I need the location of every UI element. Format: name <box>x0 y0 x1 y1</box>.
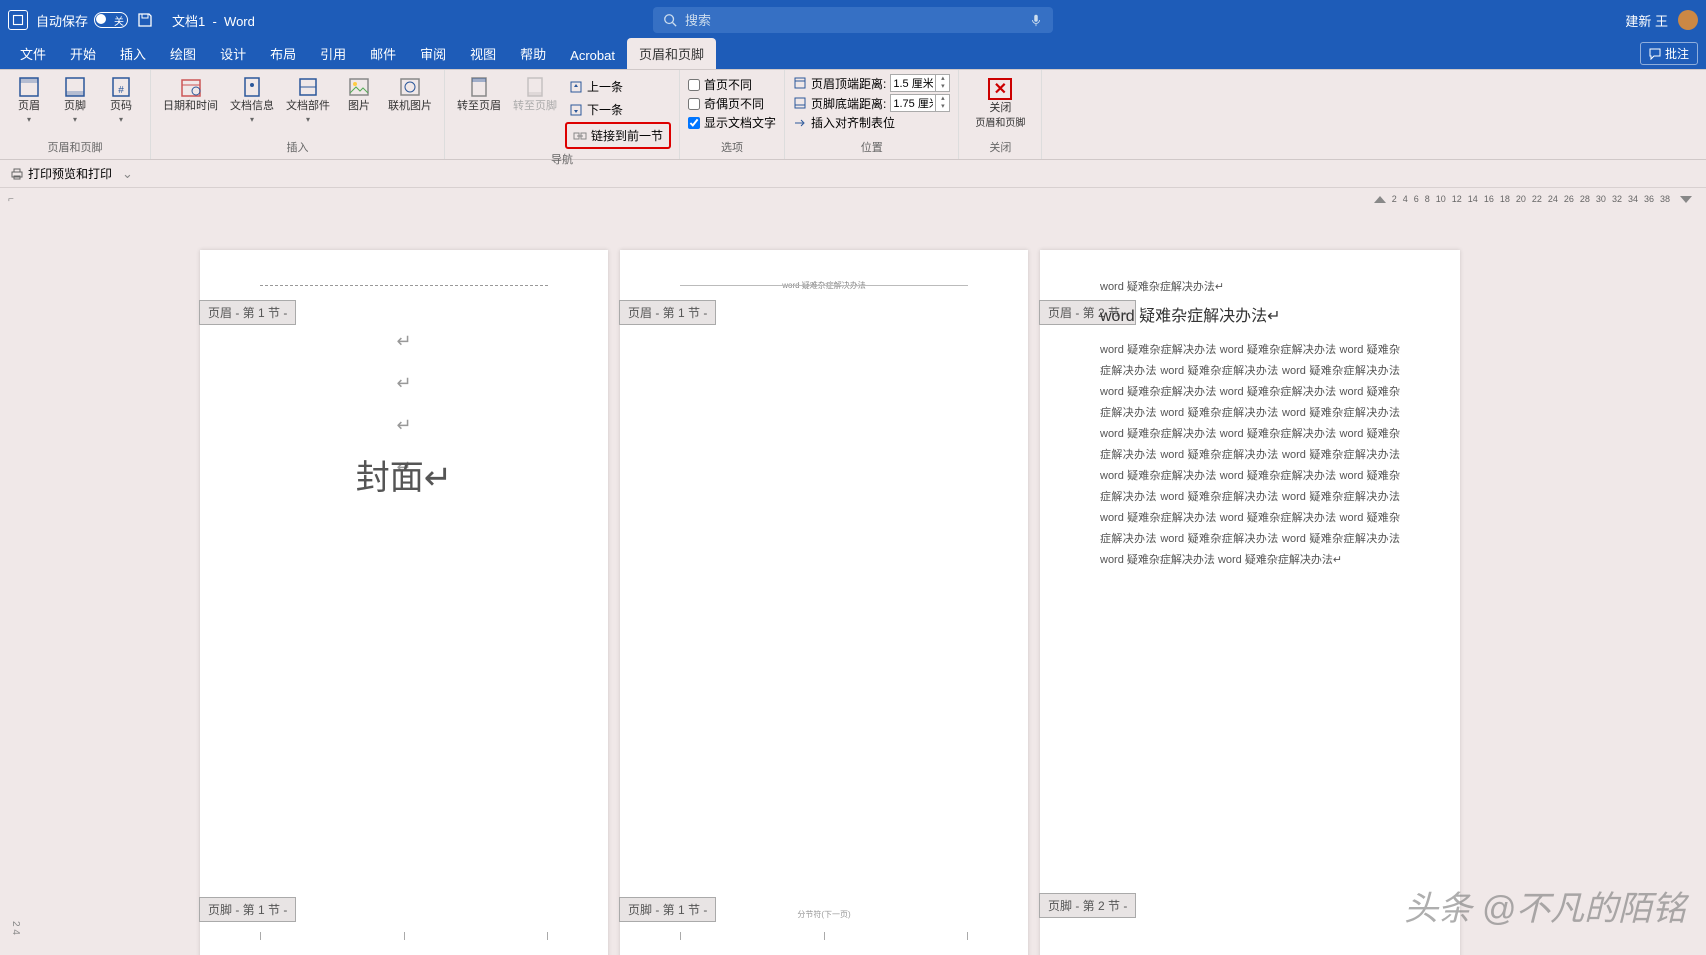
goto-footer-button[interactable]: 转至页脚 <box>509 74 561 115</box>
group-position: 页眉顶端距离:▴▾ 页脚底端距离:▴▾ 插入对齐制表位 位置 <box>785 70 959 159</box>
titlebar-right: 建新 王 <box>1625 10 1698 30</box>
save-icon[interactable] <box>136 11 154 29</box>
arrow-down-icon <box>569 103 583 117</box>
tab-header-footer[interactable]: 页眉和页脚 <box>627 38 716 69</box>
group-header-footer: 页眉▾ 页脚▾ #页码▾ 页眉和页脚 <box>0 70 151 159</box>
footer-bottom-row: 页脚底端距离:▴▾ <box>793 94 950 112</box>
group-label: 关闭 <box>967 139 1033 155</box>
app-icon[interactable] <box>8 10 28 30</box>
header-top-spinner[interactable]: ▴▾ <box>890 74 950 92</box>
vertical-ruler[interactable]: 2 4 <box>10 921 21 935</box>
qat-dropdown[interactable]: ⌄ <box>122 166 133 182</box>
close-icon: ✕ <box>988 78 1012 100</box>
prev-button[interactable]: 上一条 <box>565 76 671 97</box>
tab-file[interactable]: 文件 <box>8 38 58 69</box>
show-doc-text-checkbox[interactable]: 显示文档文字 <box>688 114 776 131</box>
online-picture-button[interactable]: 联机图片 <box>384 74 436 115</box>
footer-bottom-spinner[interactable]: ▴▾ <box>890 94 950 112</box>
tab-references[interactable]: 引用 <box>308 38 358 69</box>
search-icon <box>663 13 677 27</box>
pagenum-button[interactable]: #页码▾ <box>100 74 142 126</box>
tab-view[interactable]: 视图 <box>458 38 508 69</box>
ribbon-tabs: 文件 开始 插入 绘图 设计 布局 引用 邮件 审阅 视图 帮助 Acrobat… <box>0 40 1706 70</box>
docparts-button[interactable]: 文档部件▾ <box>282 74 334 126</box>
tabs-right: 批注 <box>1640 42 1698 65</box>
svg-text:#: # <box>118 85 124 96</box>
group-label: 导航 <box>453 151 671 167</box>
picture-button[interactable]: 图片 <box>338 74 380 115</box>
tab-draw[interactable]: 绘图 <box>158 38 208 69</box>
header-distance-icon <box>793 76 807 90</box>
comments-button[interactable]: 批注 <box>1640 42 1698 65</box>
group-insert: 日期和时间 文档信息▾ 文档部件▾ 图片 联机图片 插入 <box>151 70 445 159</box>
titlebar: 自动保存 关 文档1 - Word 建新 王 <box>0 0 1706 40</box>
comment-icon <box>1649 48 1661 60</box>
footer-distance-icon <box>793 96 807 110</box>
goto-header-button[interactable]: 转至页眉 <box>453 74 505 115</box>
tab-home[interactable]: 开始 <box>58 38 108 69</box>
page3-body: word 疑难杂症解决办法 word 疑难杂症解决办法 word 疑难杂症解决办… <box>1100 340 1400 900</box>
autosave-label: 自动保存 <box>36 11 88 30</box>
tab-help[interactable]: 帮助 <box>508 38 558 69</box>
footer-tag: 页脚 - 第 2 节 - <box>1039 893 1136 918</box>
search-box[interactable] <box>653 7 1053 33</box>
ruler-end-marker[interactable] <box>1680 196 1692 203</box>
quick-access-row: 打印预览和打印 ⌄ <box>0 160 1706 188</box>
tab-mailings[interactable]: 邮件 <box>358 38 408 69</box>
cover-title: 封面↵ <box>200 450 608 499</box>
link-to-prev-button[interactable]: 链接到前一节 <box>565 122 671 149</box>
arrow-up-icon <box>569 80 583 94</box>
header-top-row: 页眉顶端距离:▴▾ <box>793 74 950 92</box>
datetime-button[interactable]: 日期和时间 <box>159 74 222 115</box>
user-name: 建新 王 <box>1625 11 1668 30</box>
ruler-indent-marker[interactable] <box>1374 196 1386 203</box>
document-canvas[interactable]: 页眉 - 第 1 节 - ↵↵↵↵ 封面↵ 页脚 - 第 1 节 - word … <box>0 210 1706 955</box>
next-button[interactable]: 下一条 <box>565 99 671 120</box>
page2-body <box>680 320 968 900</box>
print-preview-button[interactable]: 打印预览和打印 <box>10 165 112 182</box>
insert-tab-button[interactable]: 插入对齐制表位 <box>793 114 950 131</box>
header-button[interactable]: 页眉▾ <box>8 74 50 126</box>
document-title: 文档1 - Word <box>172 11 255 30</box>
page-1[interactable]: 页眉 - 第 1 节 - ↵↵↵↵ 封面↵ 页脚 - 第 1 节 - <box>200 250 608 955</box>
tab-review[interactable]: 审阅 <box>408 38 458 69</box>
page-2[interactable]: word 疑难杂症解决办法 页眉 - 第 1 节 - 分节符(下一页) 页脚 -… <box>620 250 1028 955</box>
footer-button[interactable]: 页脚▾ <box>54 74 96 126</box>
ruler-corner: ⌐ <box>8 194 14 205</box>
odd-even-diff-checkbox[interactable]: 奇偶页不同 <box>688 95 776 112</box>
group-label: 插入 <box>159 139 436 155</box>
group-label: 位置 <box>793 139 950 155</box>
close-header-footer-button[interactable]: ✕ 关闭 页眉和页脚 <box>967 74 1033 134</box>
group-close: ✕ 关闭 页眉和页脚 关闭 <box>959 70 1042 159</box>
footer-tag: 页脚 - 第 1 节 - <box>199 897 296 922</box>
mic-icon[interactable] <box>1029 13 1043 27</box>
group-label: 选项 <box>688 139 776 155</box>
link-icon <box>573 129 587 143</box>
page3-title: word 疑难杂症解决办法↵ <box>1100 302 1281 326</box>
docinfo-button[interactable]: 文档信息▾ <box>226 74 278 126</box>
first-page-diff-checkbox[interactable]: 首页不同 <box>688 76 776 93</box>
autosave-toggle[interactable]: 自动保存 关 <box>36 11 128 30</box>
tab-icon <box>793 116 807 130</box>
tab-acrobat[interactable]: Acrobat <box>558 42 627 69</box>
toggle-switch[interactable]: 关 <box>94 12 128 28</box>
titlebar-left: 自动保存 关 文档1 - Word <box>8 10 255 30</box>
tab-design[interactable]: 设计 <box>208 38 258 69</box>
avatar[interactable] <box>1678 10 1698 30</box>
search-input[interactable] <box>685 13 1021 28</box>
footer-tag: 页脚 - 第 1 节 - <box>619 897 716 922</box>
ribbon: 页眉▾ 页脚▾ #页码▾ 页眉和页脚 日期和时间 文档信息▾ 文档部件▾ 图片 … <box>0 70 1706 160</box>
group-options: 首页不同 奇偶页不同 显示文档文字 选项 <box>680 70 785 159</box>
print-icon <box>10 167 24 181</box>
tab-layout[interactable]: 布局 <box>258 38 308 69</box>
page-3[interactable]: word 疑难杂症解决办法↵ 页眉 - 第 2 节 - word 疑难杂症解决办… <box>1040 250 1460 955</box>
tab-insert[interactable]: 插入 <box>108 38 158 69</box>
group-label: 页眉和页脚 <box>8 139 142 155</box>
horizontal-ruler[interactable]: 2468101214161820222426283032343638 <box>1374 190 1692 208</box>
group-navigation: 转至页眉 转至页脚 上一条 下一条 链接到前一节 导航 <box>445 70 680 159</box>
